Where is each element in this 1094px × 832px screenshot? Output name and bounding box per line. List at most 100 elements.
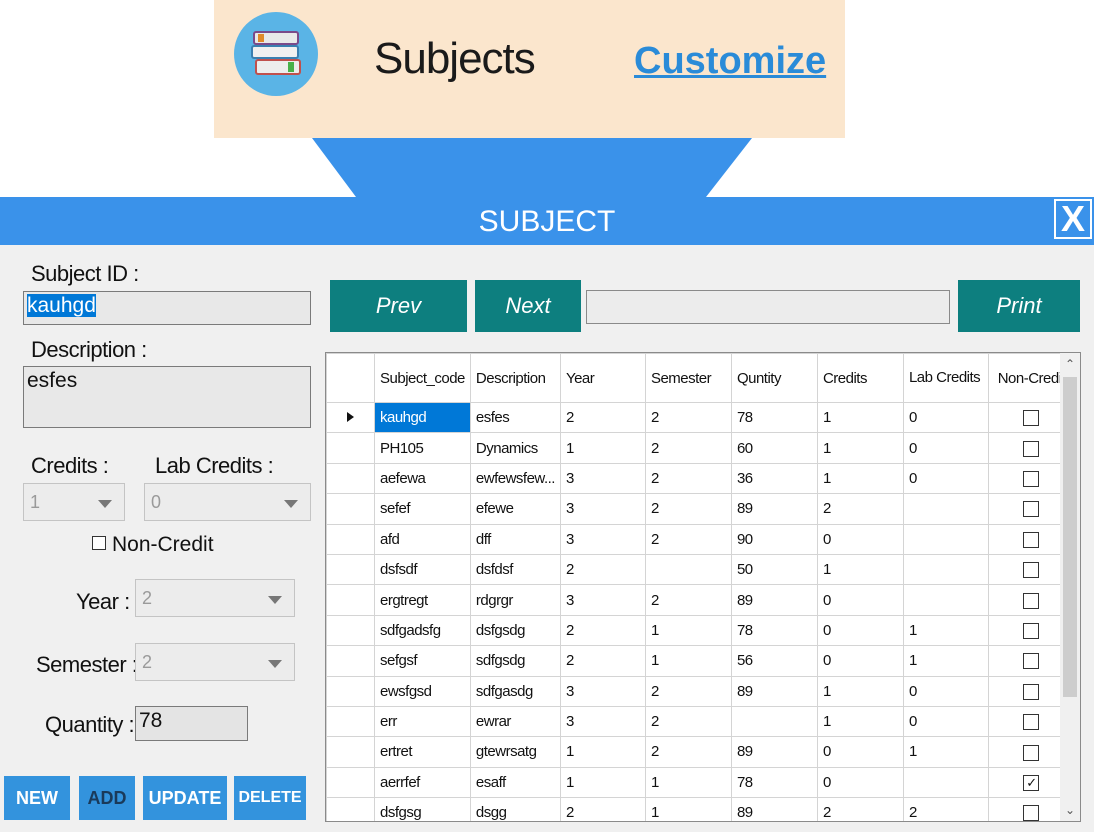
table-cell[interactable]: 89	[730, 493, 818, 525]
table-cell[interactable]: aerrfef	[374, 766, 471, 799]
table-cell[interactable]: 3	[559, 462, 646, 495]
table-row[interactable]: err ewrar 3 2 1 0	[326, 705, 1075, 738]
row-header[interactable]	[326, 675, 375, 707]
table-cell[interactable]: 0	[816, 584, 904, 616]
table-cell[interactable]: 1	[902, 736, 989, 768]
row-header[interactable]	[326, 705, 375, 738]
row-header[interactable]	[326, 736, 375, 768]
table-cell[interactable]: sdfgasdg	[469, 675, 561, 707]
table-cell[interactable]: 3	[559, 675, 646, 707]
column-header[interactable]: Lab Credits	[902, 353, 989, 403]
table-cell[interactable]: 2	[902, 797, 989, 821]
table-row[interactable]: afd dff 3 2 90 0	[326, 523, 1075, 555]
checkbox-icon[interactable]	[1023, 744, 1040, 761]
table-cell[interactable]: 2	[644, 584, 732, 616]
table-cell[interactable]: 1	[644, 614, 732, 647]
table-row[interactable]: dsfsdf dsfdsf 2 50 1	[326, 553, 1075, 586]
table-cell[interactable]: 89	[730, 736, 818, 768]
table-cell[interactable]: ewsfgsd	[374, 675, 471, 707]
checkbox-icon[interactable]	[1023, 440, 1040, 457]
table-cell[interactable]: 2	[644, 675, 732, 707]
table-cell[interactable]: sdfgadsfg	[374, 614, 471, 647]
table-cell[interactable]	[902, 584, 989, 616]
table-cell[interactable]: 0	[902, 462, 989, 495]
table-cell[interactable]: 0	[816, 523, 904, 555]
table-cell[interactable]: 2	[644, 705, 732, 738]
row-header[interactable]	[326, 614, 375, 647]
row-header[interactable]	[326, 432, 375, 464]
table-cell[interactable]: 2	[559, 614, 646, 647]
row-header[interactable]	[326, 645, 375, 677]
customize-link[interactable]: Customize	[634, 40, 826, 83]
checkbox-icon[interactable]	[1023, 501, 1040, 518]
table-cell[interactable]: 1	[559, 736, 646, 768]
table-cell[interactable]: 2	[644, 493, 732, 525]
table-cell[interactable]: 2	[816, 493, 904, 525]
table-cell[interactable]: 0	[902, 432, 989, 464]
table-cell[interactable]: rdgrgr	[469, 584, 561, 616]
table-cell[interactable]: 2	[816, 797, 904, 821]
table-row[interactable]: aefewa ewfewsfew... 3 2 36 1 0	[326, 462, 1075, 495]
table-cell[interactable]: Dynamics	[469, 432, 561, 464]
table-row[interactable]: aerrfef esaff 1 1 78 0 ✓	[326, 766, 1075, 799]
table-cell[interactable]: PH105	[374, 432, 471, 464]
table-cell[interactable]: sefgsf	[374, 645, 471, 677]
table-cell[interactable]: 1	[816, 401, 904, 434]
table-cell[interactable]: aefewa	[374, 462, 471, 495]
table-cell[interactable]	[902, 766, 989, 799]
table-row[interactable]: kauhgd esfes 2 2 78 1 0	[326, 401, 1075, 434]
table-cell[interactable]: 1	[816, 432, 904, 464]
table-cell[interactable]: 3	[559, 584, 646, 616]
table-cell[interactable]: 2	[559, 797, 646, 821]
table-cell[interactable]	[730, 705, 818, 738]
table-cell[interactable]: ergtregt	[374, 584, 471, 616]
row-header[interactable]	[326, 797, 375, 821]
table-cell[interactable]: 36	[730, 462, 818, 495]
column-header[interactable]: Quntity	[730, 353, 818, 403]
table-cell[interactable]: 1	[559, 766, 646, 799]
column-header[interactable]: Subject_code	[374, 353, 471, 403]
table-cell[interactable]: 89	[730, 797, 818, 821]
table-cell[interactable]: 1	[816, 553, 904, 586]
table-cell[interactable]: 60	[730, 432, 818, 464]
table-cell[interactable]: ewfewsfew...	[469, 462, 561, 495]
table-cell[interactable]: dsfdsf	[469, 553, 561, 586]
table-cell[interactable]: efewe	[469, 493, 561, 525]
table-row[interactable]: ertret gtewrsatg 1 2 89 0 1	[326, 736, 1075, 768]
table-cell[interactable]: 2	[644, 462, 732, 495]
table-cell[interactable]: gtewrsatg	[469, 736, 561, 768]
table-row[interactable]: ewsfgsd sdfgasdg 3 2 89 1 0	[326, 675, 1075, 707]
table-cell[interactable]: 2	[644, 432, 732, 464]
non-credit-checkbox[interactable]: Non-Credit	[92, 533, 214, 557]
table-cell[interactable]: 1	[559, 432, 646, 464]
table-cell[interactable]: 1	[816, 675, 904, 707]
quantity-input[interactable]: 78	[135, 706, 248, 741]
table-cell[interactable]: 1	[902, 614, 989, 647]
table-cell[interactable]: 78	[730, 401, 818, 434]
table-cell[interactable]: 78	[730, 614, 818, 647]
row-header[interactable]	[326, 523, 375, 555]
table-cell[interactable]: kauhgd	[374, 401, 471, 434]
table-cell[interactable]: 2	[644, 523, 732, 555]
table-cell[interactable]: 1	[644, 645, 732, 677]
table-row[interactable]: sefef efewe 3 2 89 2	[326, 493, 1075, 525]
semester-select[interactable]: 2	[135, 643, 295, 681]
table-row[interactable]: ergtregt rdgrgr 3 2 89 0	[326, 584, 1075, 616]
table-cell[interactable]: esfes	[469, 401, 561, 434]
table-cell[interactable]: 2	[559, 645, 646, 677]
row-header[interactable]	[326, 493, 375, 525]
scroll-thumb[interactable]	[1063, 377, 1077, 697]
checkbox-checked-icon[interactable]: ✓	[1023, 774, 1040, 791]
grid-scrollbar[interactable]: ⌃ ⌄	[1060, 353, 1080, 821]
table-cell[interactable]: 89	[730, 675, 818, 707]
table-cell[interactable]: sdfgsdg	[469, 645, 561, 677]
print-button[interactable]: Print	[958, 280, 1080, 332]
row-header[interactable]	[326, 584, 375, 616]
table-cell[interactable]: dsgg	[469, 797, 561, 821]
table-cell[interactable]: 0	[902, 401, 989, 434]
next-button[interactable]: Next	[475, 280, 581, 332]
table-cell[interactable]: 3	[559, 523, 646, 555]
record-search-input[interactable]	[586, 290, 950, 324]
column-header[interactable]: Semester	[644, 353, 732, 403]
table-cell[interactable]: 1	[644, 766, 732, 799]
